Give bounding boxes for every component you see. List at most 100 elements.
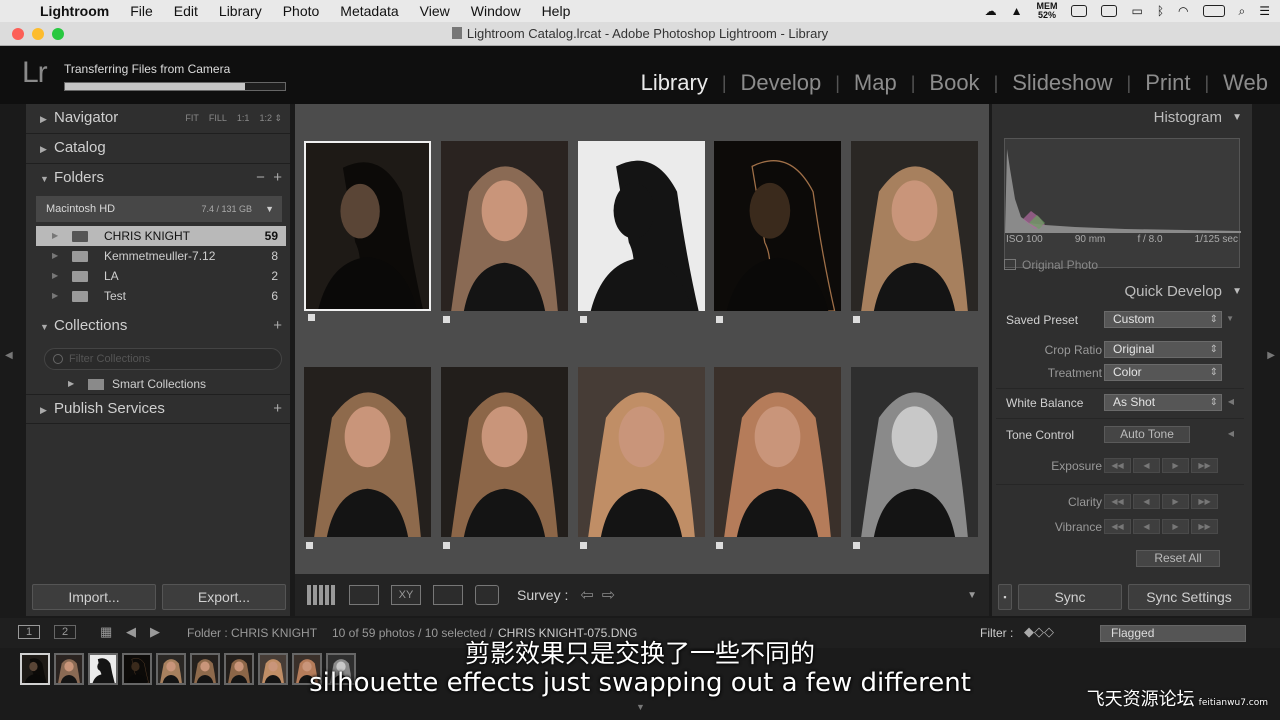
wifi-icon[interactable]: ◠ bbox=[1178, 4, 1188, 18]
zoom-1-1[interactable]: 1:1 bbox=[237, 113, 250, 123]
folder-expand-icon[interactable]: ▶ bbox=[52, 286, 58, 306]
grid-cell[interactable] bbox=[851, 141, 978, 323]
show-left-panel-icon[interactable]: ◀ bbox=[5, 350, 13, 361]
publish-services-header[interactable]: ▶ Publish Services + bbox=[26, 394, 290, 424]
zoom-window-button[interactable] bbox=[52, 28, 64, 40]
menu-metadata[interactable]: Metadata bbox=[340, 3, 398, 19]
increase-large-button[interactable]: ▶▶ bbox=[1191, 519, 1218, 534]
decrease-large-button[interactable]: ◀◀ bbox=[1104, 494, 1131, 509]
menu-view[interactable]: View bbox=[420, 3, 450, 19]
export-button[interactable]: Export... bbox=[162, 584, 286, 610]
decrease-button[interactable]: ◀ bbox=[1133, 519, 1160, 534]
show-filmstrip-icon[interactable]: ▼ bbox=[636, 702, 645, 712]
grid-cell[interactable] bbox=[851, 367, 978, 549]
menu-photo[interactable]: Photo bbox=[283, 3, 320, 19]
grid-cell[interactable] bbox=[441, 367, 568, 549]
previous-photo-icon[interactable]: ⇦ bbox=[580, 585, 593, 605]
grid-view-icon[interactable] bbox=[307, 585, 337, 605]
white-balance-select[interactable]: As Shot bbox=[1104, 394, 1222, 411]
navigator-header[interactable]: ▶ Navigator FIT FILL 1:1 1:2 ⇕ bbox=[26, 104, 290, 134]
add-publish-service-icon[interactable]: + bbox=[273, 395, 282, 423]
collections-header[interactable]: ▼ Collections + bbox=[26, 312, 290, 342]
photo-badge-icon[interactable] bbox=[308, 314, 315, 321]
photo-badge-icon[interactable] bbox=[580, 316, 587, 323]
photo-badge-icon[interactable] bbox=[580, 542, 587, 549]
photo-badge-icon[interactable] bbox=[853, 542, 860, 549]
bluetooth-icon[interactable]: ᛒ bbox=[1157, 4, 1164, 18]
next-photo-icon[interactable]: ⇨ bbox=[602, 585, 615, 605]
saved-preset-select[interactable]: Custom bbox=[1104, 311, 1222, 328]
spotlight-search-icon[interactable]: ⌕ bbox=[1239, 4, 1246, 19]
expand-triangle-icon[interactable]: ▼ bbox=[1226, 314, 1234, 323]
add-collection-icon[interactable]: + bbox=[273, 312, 282, 340]
increase-button[interactable]: ▶ bbox=[1162, 458, 1189, 473]
sync-button[interactable]: Sync bbox=[1018, 584, 1122, 610]
zoom-fit[interactable]: FIT bbox=[185, 113, 199, 123]
menu-help[interactable]: Help bbox=[542, 3, 571, 19]
treatment-select[interactable]: Color bbox=[1104, 364, 1222, 381]
decrease-large-button[interactable]: ◀◀ bbox=[1104, 519, 1131, 534]
module-library[interactable]: Library bbox=[641, 70, 708, 96]
module-print[interactable]: Print bbox=[1145, 70, 1190, 96]
airplay-icon[interactable]: ▭ bbox=[1131, 4, 1142, 18]
notification-center-icon[interactable]: ☰ bbox=[1259, 4, 1270, 18]
decrease-button[interactable]: ◀ bbox=[1133, 458, 1160, 473]
increase-large-button[interactable]: ▶▶ bbox=[1191, 458, 1218, 473]
folder-item[interactable]: ▶ CHRIS KNIGHT 59 bbox=[36, 226, 286, 246]
add-remove-folder-icon[interactable]: − + bbox=[256, 164, 282, 192]
decrease-button[interactable]: ◀ bbox=[1133, 494, 1160, 509]
photo-badge-icon[interactable] bbox=[853, 316, 860, 323]
grid-cell[interactable] bbox=[578, 367, 705, 549]
collections-filter-input[interactable]: Filter Collections bbox=[44, 348, 282, 370]
expand-triangle-icon[interactable]: ▶ bbox=[68, 374, 74, 394]
grid-cell[interactable] bbox=[578, 141, 705, 323]
photo-badge-icon[interactable] bbox=[716, 316, 723, 323]
increase-button[interactable]: ▶ bbox=[1162, 519, 1189, 534]
menu-app[interactable]: Lightroom bbox=[40, 3, 109, 19]
folder-expand-icon[interactable]: ▶ bbox=[52, 226, 58, 246]
decrease-large-button[interactable]: ◀◀ bbox=[1104, 458, 1131, 473]
folder-expand-icon[interactable]: ▶ bbox=[52, 266, 58, 286]
window-icon[interactable] bbox=[1071, 5, 1088, 17]
battery-icon[interactable] bbox=[1202, 5, 1225, 17]
increase-button[interactable]: ▶ bbox=[1162, 494, 1189, 509]
menu-library[interactable]: Library bbox=[219, 3, 262, 19]
minimize-window-button[interactable] bbox=[32, 28, 44, 40]
quick-develop-header[interactable]: Quick Develop ▼ bbox=[992, 278, 1252, 306]
close-window-button[interactable] bbox=[12, 28, 24, 40]
survey-view-icon[interactable] bbox=[433, 585, 463, 605]
photo-badge-icon[interactable] bbox=[306, 542, 313, 549]
grid-cell[interactable] bbox=[441, 141, 568, 323]
module-book[interactable]: Book bbox=[929, 70, 979, 96]
auto-tone-button[interactable]: Auto Tone bbox=[1104, 426, 1190, 443]
module-develop[interactable]: Develop bbox=[741, 70, 822, 96]
folders-header[interactable]: ▼ Folders − + bbox=[26, 164, 290, 194]
grid-cell[interactable] bbox=[304, 367, 431, 549]
loupe-view-icon[interactable] bbox=[349, 585, 379, 605]
expand-triangle-icon[interactable]: ◀ bbox=[1228, 429, 1234, 438]
histogram-header[interactable]: Histogram ▼ bbox=[992, 104, 1252, 132]
toolbar-options-icon[interactable]: ▼ bbox=[967, 590, 977, 601]
photo-badge-icon[interactable] bbox=[443, 316, 450, 323]
folder-item[interactable]: ▶ Test 6 bbox=[36, 286, 286, 306]
menu-edit[interactable]: Edit bbox=[174, 3, 198, 19]
histogram-chart[interactable] bbox=[1004, 138, 1241, 268]
creative-cloud-icon[interactable]: ☁ bbox=[985, 4, 997, 18]
auto-sync-toggle[interactable]: ▪ bbox=[998, 584, 1012, 610]
expand-triangle-icon[interactable]: ◀ bbox=[1228, 397, 1234, 406]
photo-badge-icon[interactable] bbox=[443, 542, 450, 549]
folder-item[interactable]: ▶ Kemmetmeuller-7.12 8 bbox=[36, 246, 286, 266]
zoom-1-2[interactable]: 1:2 bbox=[259, 113, 272, 123]
menu-window[interactable]: Window bbox=[471, 3, 521, 19]
grid-cell[interactable] bbox=[714, 141, 841, 323]
zoom-fill[interactable]: FILL bbox=[209, 113, 227, 123]
module-web[interactable]: Web bbox=[1223, 70, 1268, 96]
people-view-icon[interactable] bbox=[475, 585, 499, 605]
crop-ratio-select[interactable]: Original bbox=[1104, 341, 1222, 358]
display-icon[interactable] bbox=[1101, 5, 1118, 17]
show-right-panel-icon[interactable]: ▶ bbox=[1267, 350, 1275, 361]
increase-large-button[interactable]: ▶▶ bbox=[1191, 494, 1218, 509]
smart-collections-item[interactable]: ▶ Smart Collections bbox=[26, 374, 290, 394]
grid-cell[interactable] bbox=[304, 141, 431, 321]
reset-all-button[interactable]: Reset All bbox=[1136, 550, 1220, 567]
